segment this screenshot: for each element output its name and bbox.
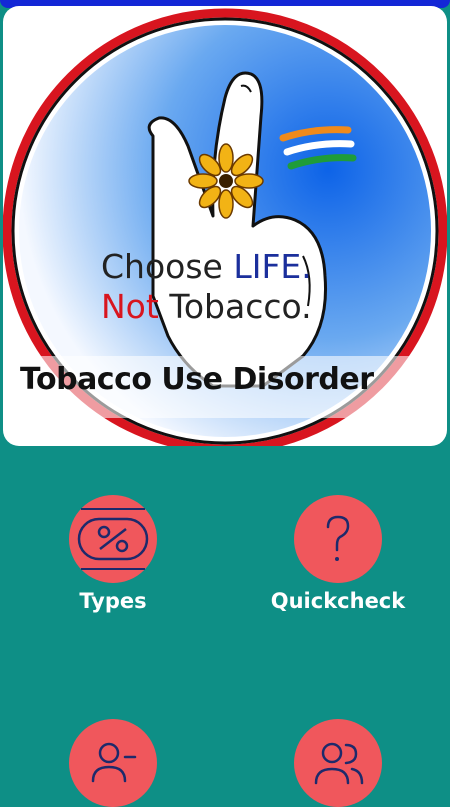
group-icon bbox=[314, 742, 364, 785]
page-title: Tobacco Use Disorder bbox=[20, 362, 374, 397]
percent-icon bbox=[77, 508, 149, 570]
types-circle[interactable] bbox=[69, 495, 157, 583]
svg-text:Not Tobacco.: Not Tobacco. bbox=[101, 287, 312, 326]
group-circle[interactable] bbox=[294, 719, 382, 807]
question-icon bbox=[326, 515, 350, 561]
quickcheck-circle[interactable] bbox=[294, 495, 382, 583]
types-label: Types bbox=[79, 589, 147, 613]
quickcheck-label: Quickcheck bbox=[270, 589, 406, 613]
group-button[interactable] bbox=[253, 719, 423, 807]
quickcheck-button[interactable]: Quickcheck bbox=[253, 495, 423, 613]
person-button[interactable] bbox=[28, 719, 198, 807]
types-button[interactable]: Types bbox=[28, 495, 198, 613]
person-icon bbox=[91, 742, 137, 783]
person-circle[interactable] bbox=[69, 719, 157, 807]
hero-card[interactable]: Choose LIFE. Not Tobacco. Tobacco Use Di… bbox=[3, 6, 447, 446]
svg-text:Choose LIFE.: Choose LIFE. bbox=[101, 247, 312, 286]
